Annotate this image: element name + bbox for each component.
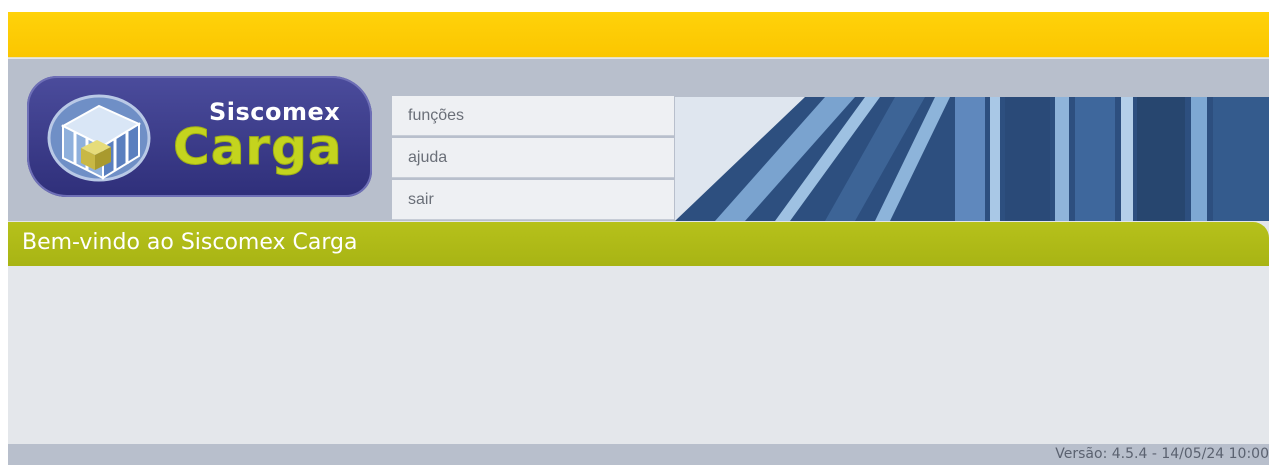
top-yellow-bar: [8, 12, 1269, 58]
siscomex-carga-logo[interactable]: Siscomex Carga: [27, 76, 372, 197]
menu-item-funcoes[interactable]: funções: [392, 96, 674, 136]
content-area: [8, 266, 1269, 444]
main-menu: funções ajuda sair: [392, 96, 674, 222]
welcome-title: Bem-vindo ao Siscomex Carga: [22, 230, 358, 255]
menu-item-ajuda[interactable]: ajuda: [392, 138, 674, 178]
page-frame: Siscomex Carga funções ajuda sair Bem-vi…: [8, 12, 1269, 465]
menu-item-sair[interactable]: sair: [392, 180, 674, 220]
version-label: Versão: 4.5.4 - 14/05/24 10:00: [1055, 446, 1269, 462]
header-banner-image: [675, 97, 1269, 221]
footer-bar: Versão: 4.5.4 - 14/05/24 10:00: [8, 444, 1269, 465]
logo-carga-text: Carga: [173, 118, 343, 177]
welcome-bar: Bem-vindo ao Siscomex Carga: [8, 222, 1269, 266]
container-cube-icon: [47, 94, 151, 182]
